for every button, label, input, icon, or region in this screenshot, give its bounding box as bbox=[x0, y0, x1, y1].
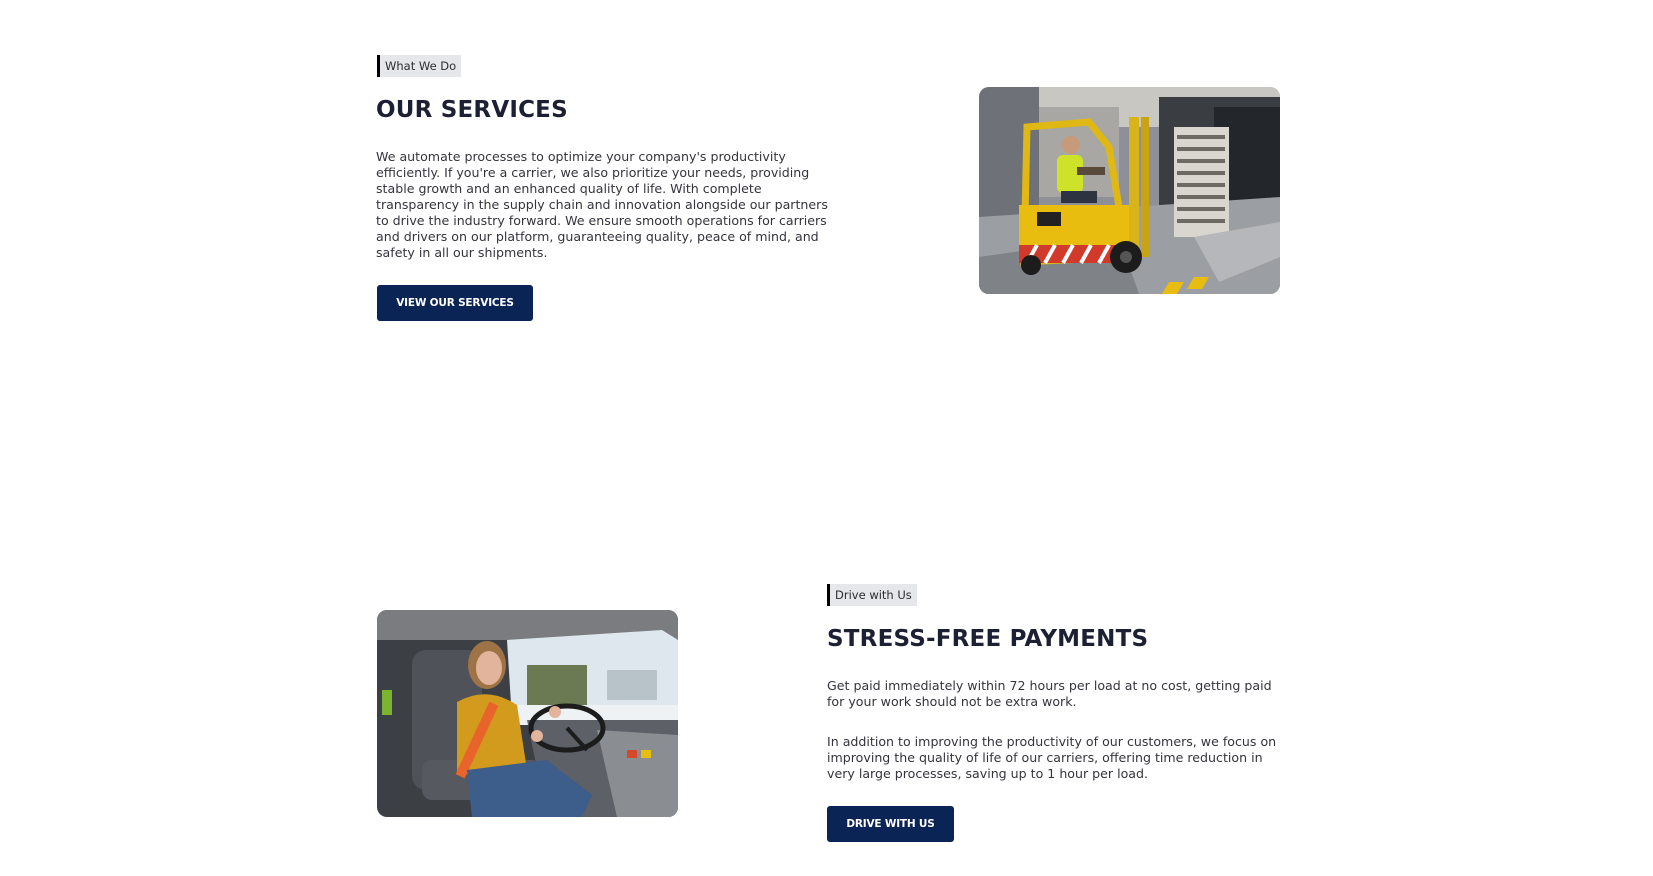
view-services-button[interactable]: VIEW OUR SERVICES bbox=[377, 285, 533, 321]
truck-driver-image bbox=[377, 610, 678, 817]
section-description: We automate processes to optimize your c… bbox=[376, 149, 828, 260]
section-title: OUR SERVICES bbox=[376, 97, 568, 123]
payment-description: Get paid immediately within 72 hours per… bbox=[827, 678, 1272, 709]
forklift-warehouse-image bbox=[979, 87, 1280, 294]
section-tag: What We Do bbox=[377, 55, 462, 77]
carrier-description: In addition to improving the productivit… bbox=[827, 734, 1277, 781]
drive-with-us-button[interactable]: DRIVE WITH US bbox=[827, 806, 954, 842]
section-tag: Drive with Us bbox=[827, 584, 917, 606]
section-title: STRESS-FREE PAYMENTS bbox=[827, 626, 1149, 652]
